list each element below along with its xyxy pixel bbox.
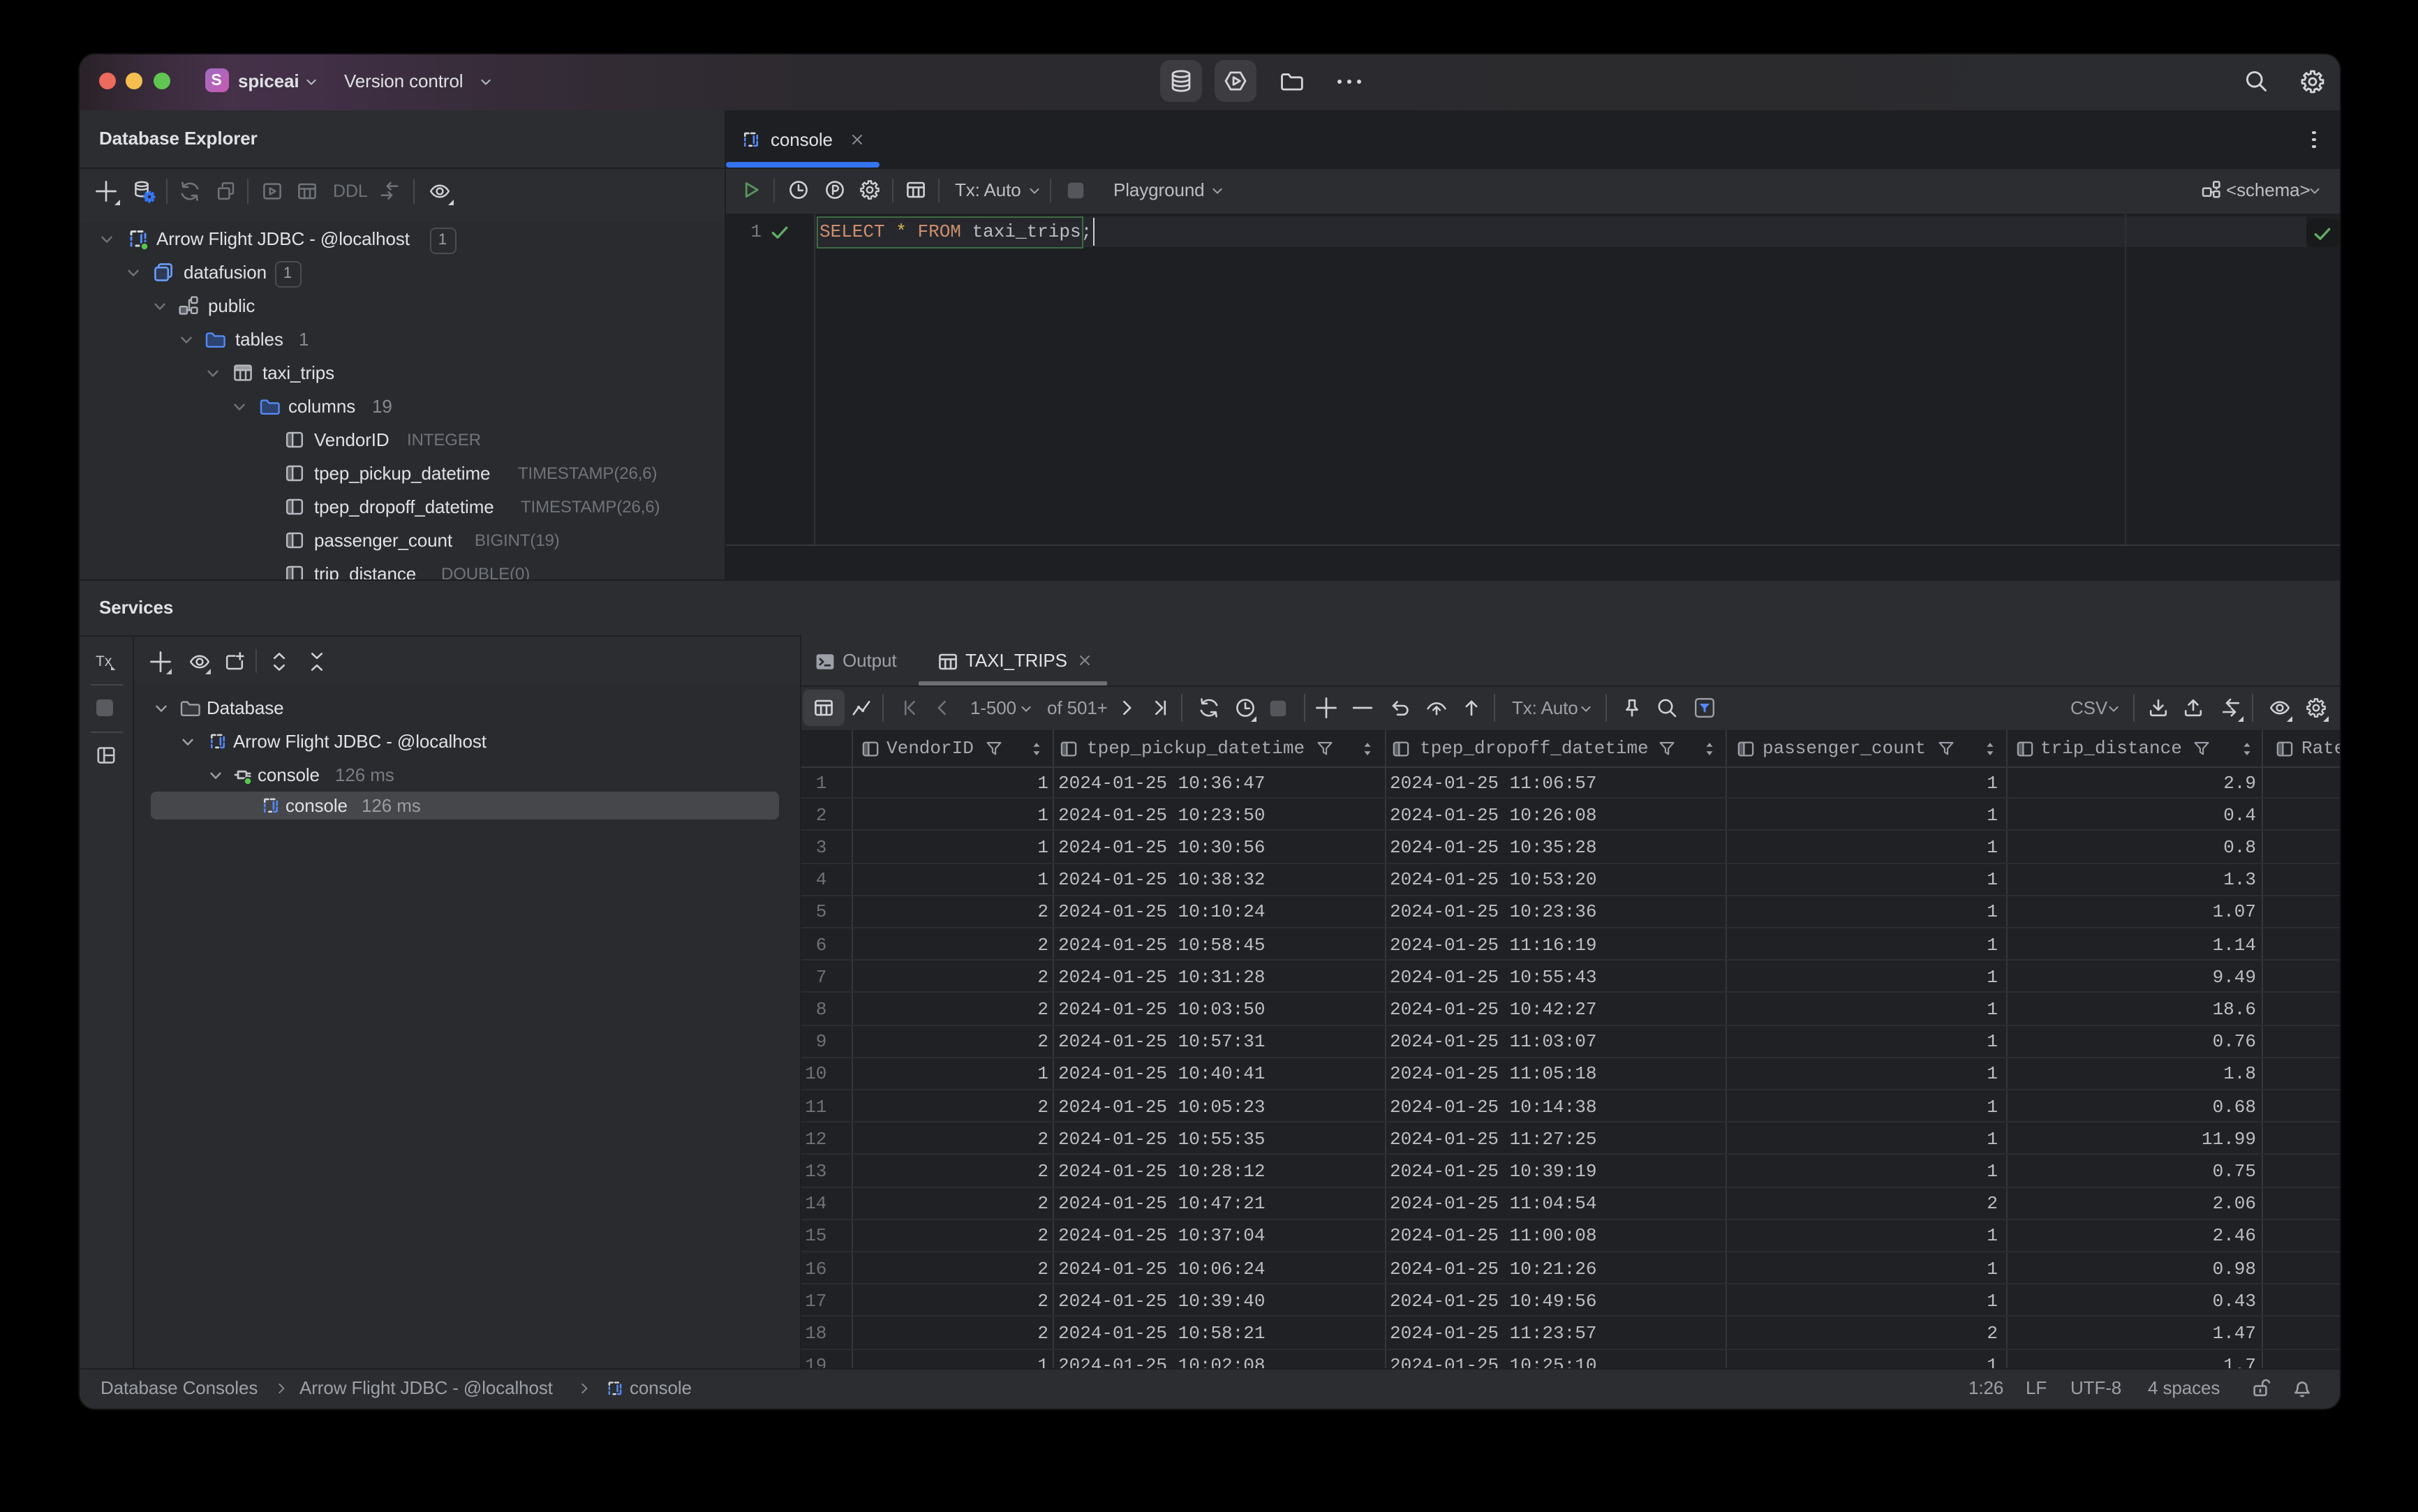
svg-text:Tx: Tx: [95, 653, 112, 669]
